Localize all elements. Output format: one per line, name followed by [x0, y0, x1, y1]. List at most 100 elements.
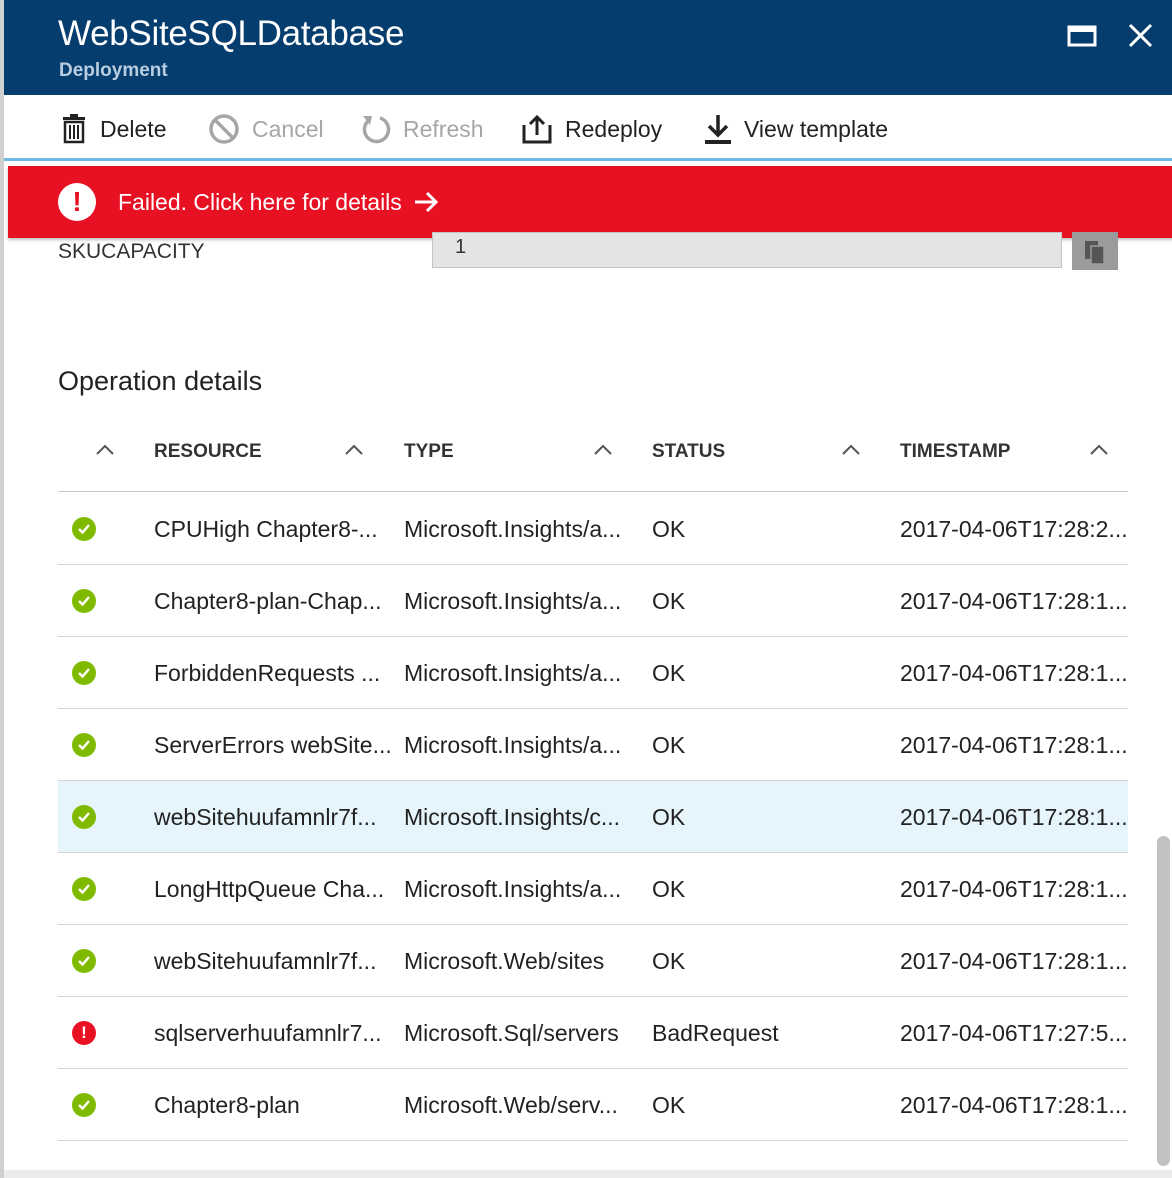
success-check-icon — [72, 517, 96, 541]
status-cell: OK — [652, 804, 686, 830]
sort-chevron-icon[interactable] — [841, 442, 861, 456]
view-template-button[interactable]: View template — [704, 113, 888, 145]
sort-chevron-icon[interactable] — [95, 442, 115, 456]
download-icon — [705, 115, 731, 144]
resource-cell: LongHttpQueue Cha... — [154, 876, 385, 902]
operations-table-body: CPUHigh Chapter8-... Microsoft.Insights/… — [58, 493, 1128, 1141]
delete-button[interactable]: Delete — [60, 113, 166, 145]
timestamp-cell: 2017-04-06T17:28:1... — [900, 876, 1128, 902]
resource-cell: webSitehuufamnlr7f... — [154, 804, 377, 830]
refresh-button[interactable]: Refresh — [359, 113, 484, 145]
resource-cell: Chapter8-plan-Chap... — [154, 588, 382, 614]
sku-capacity-label: SKUCAPACITY — [58, 240, 205, 263]
close-icon — [1128, 23, 1153, 48]
type-cell: Microsoft.Sql/servers — [404, 1020, 619, 1046]
success-check-icon — [72, 661, 96, 685]
deployment-blade: WebSiteSQLDatabase Deployment Delete Can… — [0, 0, 1172, 1178]
sku-capacity-field[interactable]: 1 — [432, 232, 1062, 268]
error-icon: ! — [58, 183, 96, 221]
status-cell: BadRequest — [652, 1020, 779, 1046]
copy-button[interactable] — [1072, 232, 1118, 270]
timestamp-cell: 2017-04-06T17:28:1... — [900, 660, 1128, 686]
blade-header: WebSiteSQLDatabase Deployment — [4, 0, 1172, 95]
table-row[interactable]: ForbiddenRequests ... Microsoft.Insights… — [58, 637, 1128, 709]
success-check-icon — [72, 805, 96, 829]
success-check-icon — [72, 1093, 96, 1117]
view-template-label: View template — [744, 115, 889, 142]
success-check-icon — [72, 589, 96, 613]
success-check-icon — [72, 877, 96, 901]
trash-icon — [63, 114, 85, 144]
type-cell: Microsoft.Insights/a... — [404, 516, 622, 542]
refresh-label: Refresh — [403, 115, 484, 142]
operation-details-title: Operation details — [58, 366, 263, 396]
redeploy-label: Redeploy — [565, 115, 663, 142]
status-cell: OK — [652, 732, 686, 758]
timestamp-cell: 2017-04-06T17:28:1... — [900, 804, 1128, 830]
cancel-icon — [209, 114, 239, 144]
delete-label: Delete — [100, 115, 167, 142]
status-cell: OK — [652, 948, 686, 974]
resource-cell: ServerErrors webSite... — [154, 732, 390, 758]
table-row[interactable]: LongHttpQueue Cha... Microsoft.Insights/… — [58, 853, 1128, 925]
maximize-icon — [1067, 25, 1097, 47]
sort-chevron-icon[interactable] — [593, 442, 613, 456]
timestamp-cell: 2017-04-06T17:28:1... — [900, 732, 1128, 758]
resource-cell: CPUHigh Chapter8-... — [154, 516, 378, 542]
scrollbar-thumb[interactable] — [1157, 836, 1170, 1166]
table-row[interactable]: CPUHigh Chapter8-... Microsoft.Insights/… — [58, 493, 1128, 565]
status-cell: OK — [652, 1092, 686, 1118]
timestamp-cell: 2017-04-06T17:28:1... — [900, 948, 1128, 974]
sort-chevron-icon[interactable] — [344, 442, 364, 456]
type-cell: Microsoft.Insights/a... — [404, 732, 622, 758]
resource-cell: sqlserverhuufamnlr7... — [154, 1020, 382, 1046]
type-cell: Microsoft.Web/sites — [404, 948, 605, 974]
column-header-status[interactable]: STATUS — [652, 432, 725, 472]
status-cell: OK — [652, 588, 686, 614]
sort-chevron-icon[interactable] — [1089, 442, 1109, 456]
column-header-type[interactable]: TYPE — [404, 432, 454, 472]
banner-text: Failed. Click here for details — [118, 188, 402, 215]
blade-title: WebSiteSQLDatabase — [58, 14, 405, 53]
blade-subtitle: Deployment — [59, 60, 168, 81]
success-check-icon — [72, 733, 96, 757]
type-cell: Microsoft.Insights/a... — [404, 876, 622, 902]
timestamp-cell: 2017-04-06T17:27:5... — [900, 1020, 1128, 1046]
cancel-label: Cancel — [252, 115, 324, 142]
type-cell: Microsoft.Web/serv... — [404, 1092, 618, 1118]
upload-icon — [522, 114, 552, 144]
type-cell: Microsoft.Insights/a... — [404, 660, 622, 686]
table-row-selected[interactable]: webSitehuufamnlr7f... Microsoft.Insights… — [58, 781, 1128, 853]
type-cell: Microsoft.Insights/c... — [404, 804, 621, 830]
resource-cell: ForbiddenRequests ... — [154, 660, 381, 686]
maximize-button[interactable] — [1064, 18, 1100, 54]
table-row[interactable]: Chapter8-plan-Chap... Microsoft.Insights… — [58, 565, 1128, 637]
copy-icon — [1085, 241, 1105, 265]
failed-notification-banner[interactable]: ! Failed. Click here for details — [8, 166, 1172, 238]
timestamp-cell: 2017-04-06T17:28:2... — [900, 516, 1128, 542]
redeploy-button[interactable]: Redeploy — [521, 113, 662, 145]
close-button[interactable] — [1122, 18, 1158, 54]
table-header: RESOURCE TYPE STATUS TIMESTAMP — [58, 432, 1128, 492]
cancel-button[interactable]: Cancel — [208, 113, 324, 145]
column-header-resource[interactable]: RESOURCE — [154, 432, 262, 472]
blade-bottom-edge — [4, 1170, 1172, 1178]
column-header-timestamp[interactable]: TIMESTAMP — [900, 432, 1010, 472]
resource-cell: Chapter8-plan — [154, 1092, 300, 1118]
command-bar: Delete Cancel Refresh Redeploy View temp… — [4, 95, 1172, 161]
table-row[interactable]: webSitehuufamnlr7f... Microsoft.Web/site… — [58, 925, 1128, 997]
timestamp-cell: 2017-04-06T17:28:1... — [900, 588, 1128, 614]
type-cell: Microsoft.Insights/a... — [404, 588, 622, 614]
status-cell: OK — [652, 660, 686, 686]
table-row[interactable]: Chapter8-plan Microsoft.Web/serv... OK 2… — [58, 1069, 1128, 1141]
resource-cell: webSitehuufamnlr7f... — [154, 948, 377, 974]
refresh-icon — [362, 116, 391, 144]
error-icon: ! — [72, 1021, 96, 1045]
table-row[interactable]: ! sqlserverhuufamnlr7... Microsoft.Sql/s… — [58, 997, 1128, 1069]
status-cell: OK — [652, 876, 686, 902]
table-row[interactable]: ServerErrors webSite... Microsoft.Insigh… — [58, 709, 1128, 781]
arrow-right-icon — [414, 191, 438, 213]
status-cell: OK — [652, 516, 686, 542]
timestamp-cell: 2017-04-06T17:28:1... — [900, 1092, 1128, 1118]
success-check-icon — [72, 949, 96, 973]
